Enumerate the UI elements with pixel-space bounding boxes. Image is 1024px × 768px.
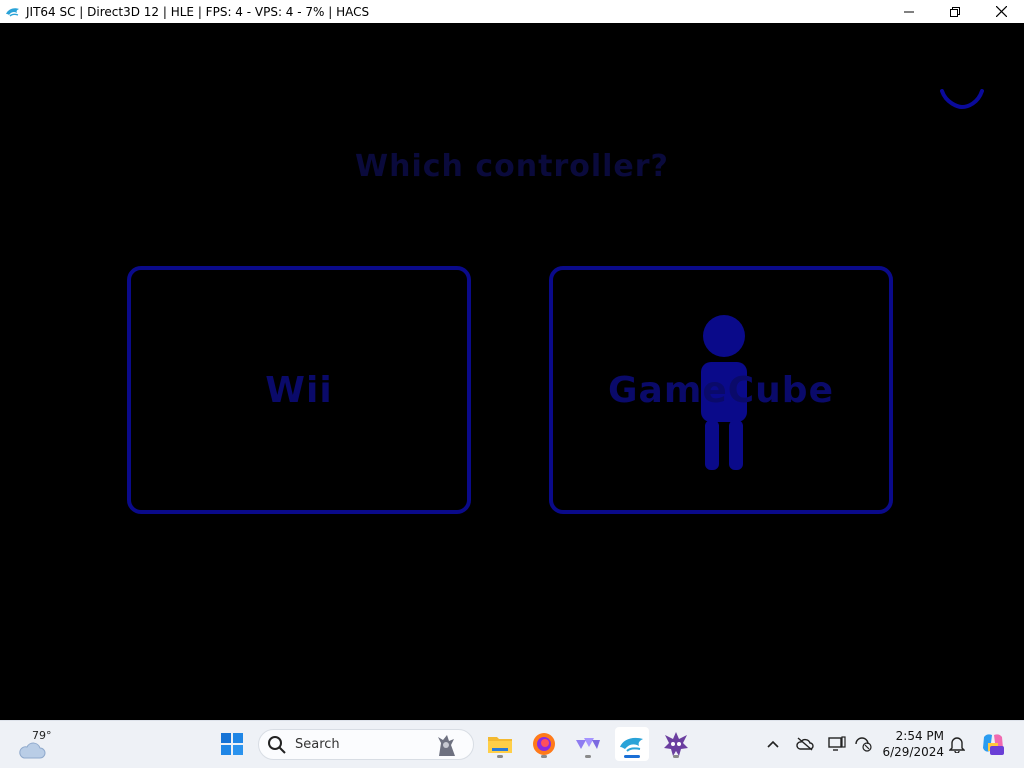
tray-display[interactable] <box>826 733 848 755</box>
minimize-icon <box>904 11 914 12</box>
windows-start-icon <box>221 733 243 755</box>
search-placeholder: Search <box>295 737 340 752</box>
controller-prompt: Which controller? <box>355 149 669 184</box>
taskbar-firefox[interactable] <box>527 727 561 761</box>
restore-button[interactable] <box>932 0 978 23</box>
security-icon <box>855 737 872 752</box>
tray-copilot[interactable] <box>980 731 1006 757</box>
minimize-button[interactable] <box>886 0 932 23</box>
weather-widget[interactable]: 79° <box>16 729 56 761</box>
onedrive-icon <box>796 737 814 751</box>
firefox-icon <box>533 733 555 755</box>
taskbar-dolphin[interactable] <box>615 727 649 761</box>
display-icon <box>828 736 846 751</box>
tray-security[interactable] <box>852 733 874 755</box>
game-viewport[interactable]: Which controller? Wii GameCube <box>0 23 1024 720</box>
close-button[interactable] <box>978 0 1024 23</box>
search-icon <box>268 735 286 754</box>
tray-onedrive[interactable] <box>794 733 816 755</box>
running-indicator <box>673 755 679 758</box>
weather-temp: 79° <box>32 729 52 742</box>
clock-time: 2:54 PM <box>895 729 944 743</box>
taskbar-game-app[interactable] <box>659 727 693 761</box>
search-highlight-icon <box>438 735 455 756</box>
chevron-up-icon <box>767 740 779 748</box>
taskbar-search[interactable]: Search <box>258 729 474 760</box>
game-app-icon <box>664 732 688 756</box>
pointer-cursor-icon <box>940 89 984 110</box>
taskbar-file-explorer[interactable] <box>483 727 517 761</box>
dolphin-icon <box>6 7 19 17</box>
copilot-icon <box>983 734 1004 755</box>
tray-overflow-button[interactable] <box>762 733 784 755</box>
maximize-icon <box>950 6 960 17</box>
option-gamecube-button[interactable]: GameCube <box>549 266 893 514</box>
running-indicator <box>541 755 547 758</box>
cloud-icon <box>19 742 46 759</box>
taskbar-clock[interactable]: 2:54 PM 6/29/2024 <box>878 728 944 760</box>
start-button[interactable] <box>215 727 249 761</box>
window-title-bar[interactable]: JIT64 SC | Direct3D 12 | HLE | FPS: 4 - … <box>0 0 1024 23</box>
option-gamecube-label: GameCube <box>607 370 834 411</box>
cemu-icon <box>576 738 600 749</box>
running-indicator <box>585 755 591 758</box>
window-title: JIT64 SC | Direct3D 12 | HLE | FPS: 4 - … <box>26 4 370 19</box>
bell-icon <box>949 737 965 753</box>
file-explorer-icon <box>488 737 512 753</box>
taskbar-cemu[interactable] <box>571 727 605 761</box>
running-indicator <box>497 755 503 758</box>
clock-date: 6/29/2024 <box>882 745 944 759</box>
option-wii-button[interactable]: Wii <box>127 266 471 514</box>
tray-notifications[interactable] <box>946 733 968 755</box>
taskbar: 79° Search 2:54 PM 6/29/2024 <box>0 720 1024 768</box>
dolphin-icon <box>620 737 643 752</box>
active-indicator <box>624 755 640 758</box>
option-wii-label: Wii <box>265 370 333 411</box>
close-icon <box>995 6 1007 17</box>
